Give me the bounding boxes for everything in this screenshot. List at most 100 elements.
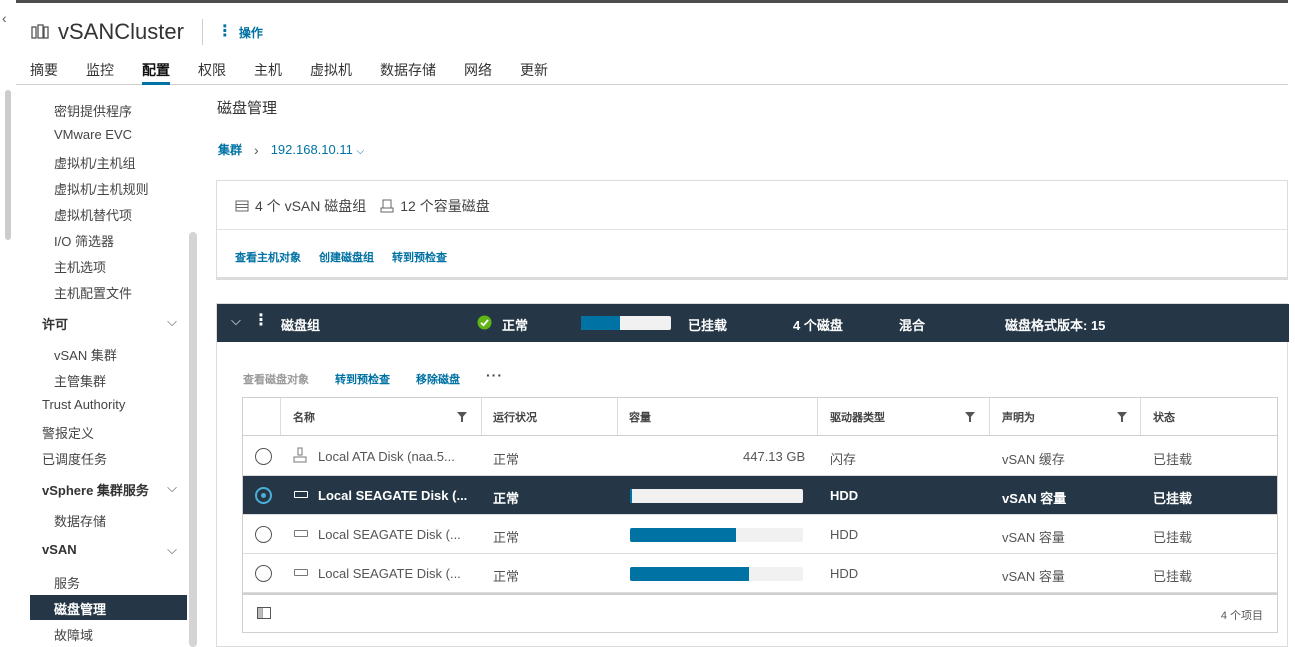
remove-disk-button[interactable]: 移除磁盘 (416, 371, 460, 387)
filter-icon[interactable] (965, 412, 975, 422)
chevron-right-icon: › (254, 141, 259, 158)
nav-group-label: vSAN (42, 542, 77, 557)
nav-scrollbar[interactable] (189, 232, 197, 647)
nav-item-fault-domains[interactable]: 故障域 (54, 625, 93, 644)
title-row: vSANCluster ⋮ 操作 (30, 17, 263, 47)
go-to-precheck-link[interactable]: 转到预检查 (392, 249, 447, 265)
tab-summary[interactable]: 摘要 (30, 57, 58, 85)
capacity-bar (630, 528, 803, 542)
nav-item-supervisor-cluster[interactable]: 主管集群 (54, 371, 106, 390)
nav-item-trust-authority[interactable]: Trust Authority (42, 397, 125, 412)
disk-drive-type: 闪存 (830, 452, 857, 467)
disk-health: 正常 (493, 530, 520, 545)
nav-group-license[interactable]: 许可 ⌵ (42, 314, 177, 333)
nav-item-io-filters[interactable]: I/O 筛选器 (54, 231, 114, 250)
nav-item-vsan-cluster[interactable]: vSAN 集群 (54, 345, 117, 364)
summary-card: 4 个 vSAN 磁盘组 12 个容量磁盘 查看主机对象 创建磁盘组 转到预检查 (216, 180, 1288, 280)
column-header-state[interactable]: 状态 (1153, 398, 1175, 435)
disk-state: 已挂载 (1153, 530, 1193, 545)
nav-item-services[interactable]: 服务 (54, 573, 80, 592)
row-select-radio[interactable] (255, 448, 272, 465)
grid-footer: 4 个项目 (243, 593, 1277, 632)
disk-group-health: 正常 (502, 318, 529, 333)
tab-updates[interactable]: 更新 (520, 57, 548, 85)
nav-item-disk-management-selected[interactable]: 磁盘管理 (30, 595, 187, 620)
column-toggle-icon[interactable] (257, 607, 271, 622)
filter-icon[interactable] (457, 412, 467, 422)
go-to-precheck-button[interactable]: 转到预检查 (335, 371, 390, 387)
disk-grid: 名称 运行状况 容量 驱动器类型 声明为 状态 Local ATA Disk (… (242, 397, 1278, 633)
nav-group-label: vSphere 集群服务 (42, 483, 149, 498)
table-row[interactable]: Local ATA Disk (naa.5... 正常 447.13 GB 闪存… (243, 437, 1277, 476)
disk-state: 已挂载 (1153, 491, 1193, 506)
nav-item-key-providers[interactable]: 密钥提供程序 (54, 101, 132, 120)
disk-group-type: 混合 (899, 318, 926, 333)
column-separator (817, 398, 818, 435)
tab-configure[interactable]: 配置 (142, 57, 170, 85)
nav-item-alarm-definitions[interactable]: 警报定义 (42, 423, 94, 442)
more-actions-button[interactable]: ··· (486, 367, 503, 387)
column-header-capacity[interactable]: 容量 (629, 398, 651, 435)
disk-name: Local ATA Disk (naa.5... (318, 449, 455, 464)
outer-scrollbar[interactable] (5, 90, 11, 240)
nav-item-datastores[interactable]: 数据存储 (54, 511, 106, 530)
row-select-radio[interactable] (255, 487, 272, 504)
nav-item-host-profiles[interactable]: 主机配置文件 (54, 283, 132, 302)
nav-item-vmware-evc[interactable]: VMware EVC (54, 127, 132, 142)
table-row[interactable]: Local SEAGATE Disk (... 正常 HDD vSAN 容量 已… (243, 476, 1277, 515)
nav-item-vm-host-rules[interactable]: 虚拟机/主机规则 (54, 179, 149, 198)
nav-group-vsphere-services[interactable]: vSphere 集群服务 ⌵ (42, 480, 177, 499)
host-selector-dropdown[interactable]: 192.168.10.11 ⌵ (271, 142, 364, 157)
tab-vms[interactable]: 虚拟机 (310, 57, 352, 85)
check-circle-icon (477, 315, 492, 333)
disk-claimed-as: vSAN 容量 (1002, 569, 1065, 584)
page-title: 磁盘管理 (217, 100, 278, 117)
actions-label: 操作 (238, 25, 263, 40)
tab-monitor[interactable]: 监控 (86, 57, 114, 85)
disk-state: 已挂载 (1153, 452, 1193, 467)
title-separator (201, 19, 203, 45)
row-select-radio[interactable] (255, 565, 272, 582)
hdd-icon (294, 491, 308, 498)
column-header-claimed-as[interactable]: 声明为 (1002, 398, 1035, 435)
disk-name: Local SEAGATE Disk (... (318, 566, 461, 581)
table-row[interactable]: Local SEAGATE Disk (... 正常 HDD vSAN 容量 已… (243, 554, 1277, 593)
tab-datastores[interactable]: 数据存储 (380, 57, 436, 85)
vertical-dots-icon[interactable]: ⋮ (253, 313, 269, 329)
nav-item-host-options[interactable]: 主机选项 (54, 257, 106, 276)
actions-menu-button[interactable]: ⋮ 操作 (217, 24, 263, 41)
tab-hosts[interactable]: 主机 (254, 57, 282, 85)
nav-item-vm-overrides[interactable]: 虚拟机替代项 (54, 205, 132, 224)
table-row[interactable]: Local SEAGATE Disk (... 正常 HDD vSAN 容量 已… (243, 515, 1277, 554)
disk-group-count: 4 个 vSAN 磁盘组 (255, 198, 367, 214)
nav-item-vm-host-groups[interactable]: 虚拟机/主机组 (54, 153, 136, 172)
item-count: 4 个项目 (1220, 610, 1263, 622)
create-disk-group-link[interactable]: 创建磁盘组 (319, 249, 374, 265)
capacity-disk-icon (380, 199, 394, 213)
cluster-title: vSANCluster (58, 19, 184, 44)
disk-group-usage-bar (581, 316, 671, 330)
view-host-objects-link[interactable]: 查看主机对象 (235, 249, 301, 265)
chevron-down-icon[interactable]: ⌵ (231, 313, 241, 329)
column-header-name[interactable]: 名称 (293, 398, 315, 435)
nav-item-scheduled-tasks[interactable]: 已调度任务 (42, 449, 107, 468)
config-nav: 密钥提供程序 VMware EVC 虚拟机/主机组 虚拟机/主机规则 虚拟机替代… (16, 85, 191, 647)
breadcrumb-cluster-link[interactable]: 集群 (218, 141, 242, 158)
object-header: vSANCluster ⋮ 操作 摘要 监控 配置 权限 主机 虚拟机 数据存储 … (16, 3, 1288, 85)
tab-networks[interactable]: 网络 (464, 57, 492, 85)
disk-health: 正常 (493, 491, 520, 506)
column-header-drive-type[interactable]: 驱动器类型 (830, 398, 885, 435)
capacity-fill (630, 528, 736, 542)
disk-group-header[interactable]: ⌵ ⋮ 磁盘组 正常 已挂载 4 个磁盘 混合 磁盘格式版本: 15 (217, 304, 1289, 342)
view-disk-objects-button[interactable]: 查看磁盘对象 (243, 371, 309, 387)
row-select-radio[interactable] (255, 526, 272, 543)
nav-item-label: 磁盘管理 (54, 602, 107, 617)
ssd-icon (293, 447, 307, 466)
breadcrumb: 集群 › 192.168.10.11 ⌵ (218, 141, 364, 158)
filter-icon[interactable] (1117, 412, 1127, 422)
tab-permissions[interactable]: 权限 (198, 57, 226, 85)
nav-group-vsan[interactable]: vSAN ⌵ (42, 542, 177, 558)
hdd-icon (294, 530, 308, 537)
collapse-chevron-icon[interactable]: ‹ (2, 10, 7, 26)
column-header-health[interactable]: 运行状况 (493, 398, 537, 435)
